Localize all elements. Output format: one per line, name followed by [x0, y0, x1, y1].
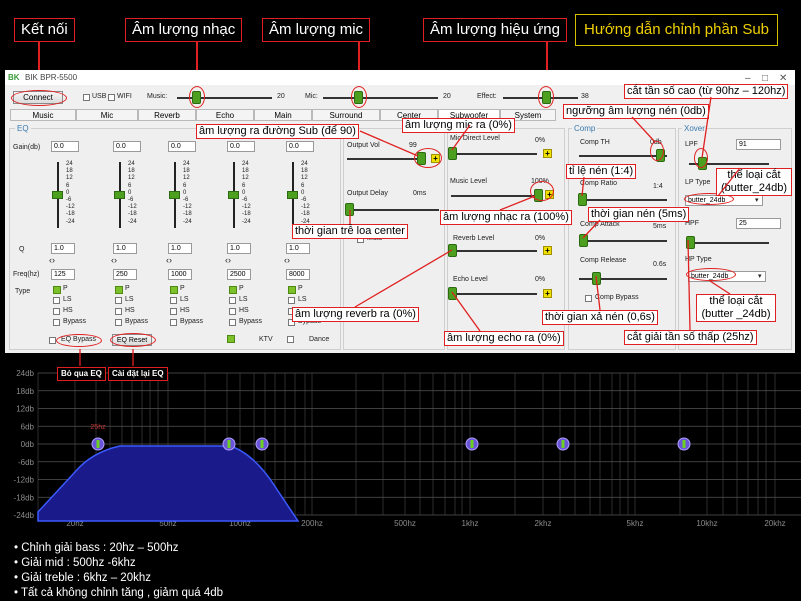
eq-band-node-marker: [682, 440, 686, 448]
y-axis-label: -6db: [18, 458, 35, 467]
reset-eq-annotation: Cài đặt lại EQ: [108, 367, 168, 381]
eq-band-node-marker: [96, 440, 100, 448]
x-axis-label: 2khz: [535, 519, 552, 528]
y-axis-label: 24db: [16, 369, 34, 378]
x-axis-label: 5khz: [627, 519, 644, 528]
y-axis-label: 0db: [21, 440, 35, 449]
y-axis-label: -12db: [14, 476, 35, 485]
x-axis-label: 200hz: [301, 519, 323, 528]
note-limit: • Tất cả không chỉnh tăng , giảm quá 4db: [14, 587, 224, 599]
eq-band-node-marker: [470, 440, 474, 448]
y-axis-label: -18db: [14, 493, 35, 502]
note-mid: • Giải mid : 500hz -6khz: [14, 557, 136, 569]
bypass-eq-annotation: Bỏ qua EQ: [57, 367, 106, 381]
y-axis-label: 6db: [21, 422, 35, 431]
eq-band-node-marker: [227, 440, 231, 448]
x-axis-label: 20khz: [764, 519, 785, 528]
eq-curve-svg: 24db18db12db6db0db-6db-12db-18db-24db20h…: [14, 369, 801, 528]
eq-response-curve: [37, 445, 300, 522]
eq-band-node-marker: [561, 440, 565, 448]
y-axis-label: -24db: [14, 511, 35, 520]
y-axis-label: 18db: [16, 387, 34, 396]
x-axis-label: 10khz: [696, 519, 717, 528]
y-axis-label: 12db: [16, 405, 34, 414]
notes: • Chỉnh giải bass : 20hz – 500hz • Giải …: [14, 541, 223, 601]
eq-marker-label: 25hz: [90, 424, 106, 431]
x-axis-label: 500hz: [394, 519, 416, 528]
eq-band-node-marker: [260, 440, 264, 448]
x-axis-label: 1khz: [462, 519, 479, 528]
note-treble: • Giải treble : 6khz – 20khz: [14, 572, 151, 584]
note-bass: • Chỉnh giải bass : 20hz – 500hz: [14, 542, 179, 554]
eq-graph[interactable]: 24db 18db 12db 6db 0db -6db -12db -18db -24db 20h…: [0, 363, 801, 533]
